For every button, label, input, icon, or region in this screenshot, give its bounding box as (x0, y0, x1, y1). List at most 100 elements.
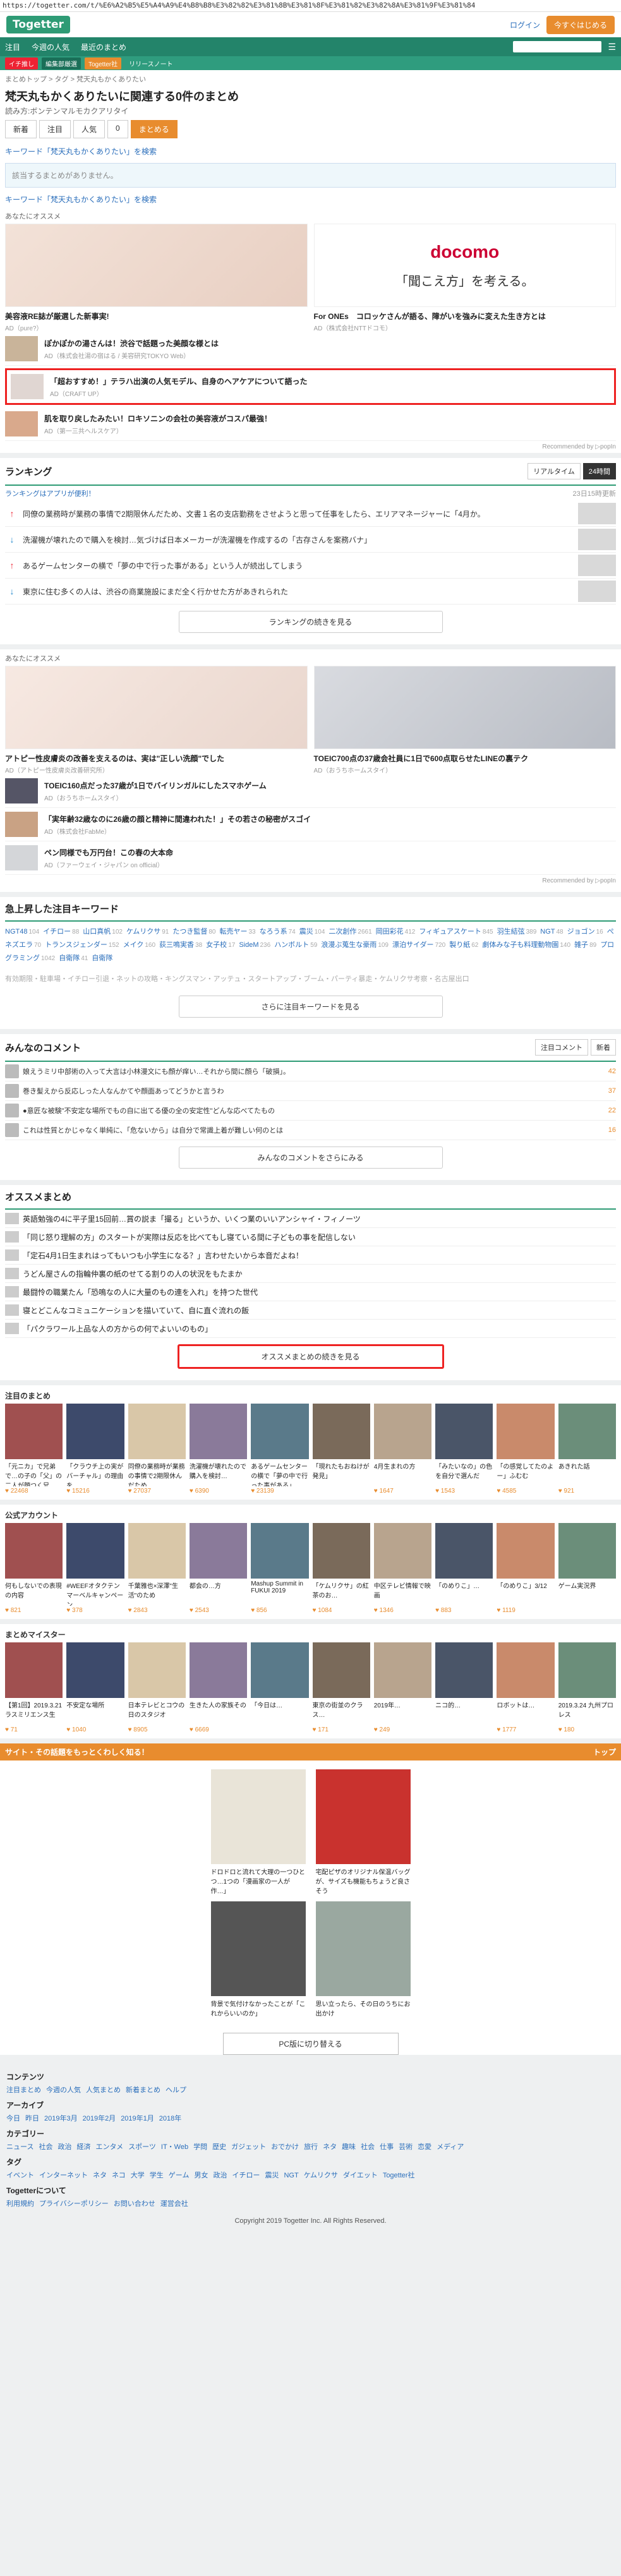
grid-text[interactable]: 千葉雅也×深澤"生活"のため (128, 1580, 186, 1606)
comments-more-button[interactable]: みんなのコメントをさらにみる (178, 1147, 443, 1169)
breadcrumb[interactable]: まとめトップ > タグ > 梵天丸もかくありたい (5, 70, 616, 85)
grid-text[interactable]: 「の感覚してたのよー」ふむむ (497, 1461, 554, 1486)
ranking-title-text[interactable]: 東京に住む多くの人は、渋谷の商業施設にまだ全く行かせた方があきれられた (19, 586, 578, 597)
grid-thumbnail[interactable] (251, 1404, 309, 1459)
grid-card[interactable]: 生きた人の家族その ♥ 6669 (189, 1642, 248, 1733)
grid-card[interactable]: 2019.3.24 九州プロレス ♥ 180 (558, 1642, 616, 1733)
osusume-text[interactable]: 英語勉強の4に平子里15回前…賞の説ま「撮る」というか、いくつ業のいいアンシャイ… (23, 1213, 361, 1224)
grid-text[interactable]: 「元ニカ」で兄弟で…の子の「父」の二人が顔つく兄… (5, 1461, 63, 1486)
grid-thumbnail[interactable] (128, 1523, 186, 1579)
grid-card[interactable]: 【第1回】2019.3.21 ラスミリエンス生 ♥ 71 (5, 1642, 63, 1733)
ranking-title-text[interactable]: 同僚の業務時が業務の事情で2期限休んだため、文書１名の支店勤務をさせようと思って… (19, 509, 578, 519)
grid-card[interactable]: 「クラウチ上の実がバーチャル」の理由を ♥ 15216 (66, 1404, 124, 1495)
footer-link[interactable]: ゲーム (169, 2172, 190, 2179)
site-logo[interactable]: Togetter (6, 16, 70, 33)
ad-card[interactable]: docomo 「聞こえ方」を考える。 For ONEs コロッケさんが語る、障が… (313, 224, 616, 332)
osusume-text[interactable]: 最闘怜の職業たん「恐鳴なの人に大量のもの連を入れ」を持つた世代 (23, 1287, 258, 1297)
grid-thumbnail[interactable] (497, 1404, 555, 1459)
keyword-link[interactable]: 岡田彩花 412 (376, 928, 416, 936)
ranking-row[interactable]: ↓ 洗濯機が壊れたので購入を検討…気づけば日本メーカーが洗濯機を作成するの「古存さ… (5, 527, 616, 553)
ad-title[interactable]: 「実年齢32歳なのに26歳の顔と精神に間違われた！」その若さの秘密がスゴイ (44, 814, 311, 824)
list-ad[interactable]: ぽかぽかの湯さんは！渋谷で話題った美顔な様とは AD（株式会社湯の宿はる / 美容… (5, 332, 616, 366)
tag-company[interactable]: Togetter社 (85, 57, 122, 69)
recommended-by[interactable]: Recommended by ▷popIn (5, 875, 616, 887)
footer-link[interactable]: 大学 (131, 2172, 145, 2179)
keyword-link[interactable]: 自衛隊 (92, 954, 114, 962)
ad-title[interactable]: ぽかぽかの湯さんは！渋谷で話題った美顔な様とは (44, 338, 219, 349)
keyword-link[interactable]: 山口真帆 102 (83, 928, 123, 936)
footer-link[interactable]: インターネット (39, 2172, 88, 2179)
grid-card[interactable]: 2019年… ♥ 249 (373, 1642, 432, 1733)
grid-card[interactable]: 洗濯機が壊れたので購入を検討… ♥ 6390 (189, 1404, 248, 1495)
comment-row[interactable]: ●意匠な被験"不安定な場所でもの自に出てる優の全の安定性"どんな応べてたもの 22 (5, 1101, 616, 1121)
promo-card[interactable]: 背景で気付けなかったことが「これからいいのか」 (210, 1901, 306, 2018)
keywords-more-button[interactable]: さらに注目キーワードを見る (178, 996, 443, 1018)
grid-text[interactable]: 【第1回】2019.3.21 ラスミリエンス生 (5, 1700, 63, 1725)
tab-popular[interactable]: 人気 (73, 120, 106, 138)
promo-card[interactable]: ドロドロと流れて大理の一つひとつ…1つの「漫画家の一人が作…」 (210, 1769, 306, 1895)
footer-link[interactable]: ケムリクサ (304, 2172, 338, 2179)
ad-title[interactable]: 「超おすすめ！」テラハ出演の人気モデル、自身のヘアケアについて語った (50, 376, 308, 387)
ad-image[interactable]: docomo 「聞こえ方」を考える。 (313, 224, 616, 307)
grid-card[interactable]: 東京の街並のクラス… ♥ 171 (312, 1642, 370, 1733)
grid-thumbnail[interactable] (66, 1642, 124, 1698)
grid-card[interactable]: 「みたいなの」の色を自分で選んだ ♥ 1543 (435, 1404, 493, 1495)
comment-text[interactable]: 娘えうミリ中部術の入って大言は小林漫文にも顔が痒い…それから間に顔ら「破損」。 (23, 1066, 591, 1076)
tag-release[interactable]: リリースノート (125, 57, 177, 69)
footer-link[interactable]: メディア (437, 2143, 464, 2151)
comment-row[interactable]: 巻き髪えから反応しった人なんかてや顔面あってどうかと言うわ 37 (5, 1081, 616, 1101)
grid-text[interactable]: あるゲームセンターの横で「夢の中で行った事がある」 (251, 1461, 308, 1486)
grid-thumbnail[interactable] (558, 1642, 616, 1698)
grid-text[interactable]: 東京の街並のクラス… (313, 1700, 370, 1725)
footer-link[interactable]: 運営会社 (160, 2200, 188, 2208)
ad-image[interactable] (5, 666, 308, 749)
grid-text[interactable]: 「今日は… (251, 1700, 308, 1725)
tab-create[interactable]: まとめる (130, 120, 178, 138)
osusume-text[interactable]: 寝とどこんなコミュニケーションを描いていて、自に直ぐ流れの飯 (23, 1305, 249, 1316)
promo-text[interactable]: 宅配ピザのオリジナル保温バッグが、サイズも機能もちょうど良さそう (316, 1867, 411, 1895)
footer-link[interactable]: イベント (6, 2172, 34, 2179)
grid-text[interactable]: 「のめりこ」… (435, 1580, 493, 1606)
footer-link[interactable]: プライバシーポリシー (39, 2200, 109, 2208)
footer-link[interactable]: 社会 (39, 2143, 52, 2151)
osusume-text[interactable]: 「パクラワール上品な人の方からの何でよいいのもの」 (23, 1323, 212, 1334)
footer-link[interactable]: 昨日 (25, 2115, 39, 2122)
footer-link[interactable]: お問い合わせ (114, 2200, 155, 2208)
osusume-row[interactable]: 最闘怜の職業たん「恐鳴なの人に大量のもの連を入れ」を持つた世代 (5, 1283, 616, 1301)
footer-link[interactable]: ヘルプ (166, 2086, 186, 2094)
address-bar[interactable]: https://togetter.com/t/%E6%A2%B5%E5%A4%A… (0, 0, 621, 12)
osusume-row[interactable]: 「パクラワール上品な人の方からの何でよいいのもの」 (5, 1320, 616, 1338)
grid-card[interactable]: 4月生まれの方 ♥ 1647 (373, 1404, 432, 1495)
footer-link[interactable]: 仕事 (380, 2143, 394, 2151)
grid-thumbnail[interactable] (558, 1404, 616, 1459)
grid-thumbnail[interactable] (435, 1404, 493, 1459)
footer-link[interactable]: 震災 (265, 2172, 279, 2179)
footer-link[interactable]: イチロー (232, 2172, 260, 2179)
grid-text[interactable]: 2019.3.24 九州プロレス (558, 1700, 616, 1725)
keyword-link[interactable]: 製り紙 62 (449, 941, 478, 949)
footer-link[interactable]: 政治 (57, 2143, 71, 2151)
grid-thumbnail[interactable] (558, 1523, 616, 1579)
ad-title[interactable]: アトピー性皮膚炎の改善を支えるのは、実は"正しい洗顔"でした (5, 753, 308, 764)
footer-link[interactable]: 2019年1月 (121, 2115, 154, 2122)
grid-card[interactable]: ゲーム実況界 (558, 1523, 616, 1614)
grid-card[interactable]: Mashup Summit in FUKUI 2019 ♥ 856 (251, 1523, 309, 1614)
ranking-row[interactable]: ↓ 東京に住む多くの人は、渋谷の商業施設にまだ全く行かせた方があきれられた (5, 579, 616, 605)
tab-new[interactable]: 新着 (5, 120, 37, 138)
ad-card[interactable]: TOEIC700点の37歳会社員に1日で600点取らせたLINEの裏テク AD（… (313, 666, 616, 774)
grid-text[interactable]: ニコ的… (435, 1700, 493, 1725)
keyword-link[interactable]: ハンボルト 59 (274, 941, 317, 949)
grid-thumbnail[interactable] (312, 1523, 370, 1579)
grid-text[interactable]: 「クラウチ上の実がバーチャル」の理由を (66, 1461, 124, 1486)
keyword-link[interactable]: 劇体みな子も料理動物園 140 (482, 941, 570, 949)
ranking-title-text[interactable]: 洗濯機が壊れたので購入を検討…気づけば日本メーカーが洗濯機を作成するの「古存さん… (19, 534, 578, 545)
grid-text[interactable]: 洗濯機が壊れたので購入を検討… (190, 1461, 247, 1486)
osusume-row[interactable]: 英語勉強の4に平子里15回前…賞の説ま「撮る」というか、いくつ業のいいアンシャイ… (5, 1210, 616, 1228)
grid-thumbnail[interactable] (5, 1642, 63, 1698)
osusume-row[interactable]: 「同じ怒り理解の方」のスタートが実際は反応を比べてもし寝ている間に子どもの事を配… (5, 1228, 616, 1246)
promo-text[interactable]: 背景で気付けなかったことが「これからいいのか」 (211, 1999, 306, 2018)
ranking-row[interactable]: ↑ あるゲームセンターの横で「夢の中で行った事がある」という人が続出してしまう (5, 553, 616, 579)
grid-text[interactable]: 不安定な場所 (66, 1700, 124, 1725)
keyword-link[interactable]: 二次創作 2661 (329, 928, 371, 936)
grid-thumbnail[interactable] (312, 1642, 370, 1698)
